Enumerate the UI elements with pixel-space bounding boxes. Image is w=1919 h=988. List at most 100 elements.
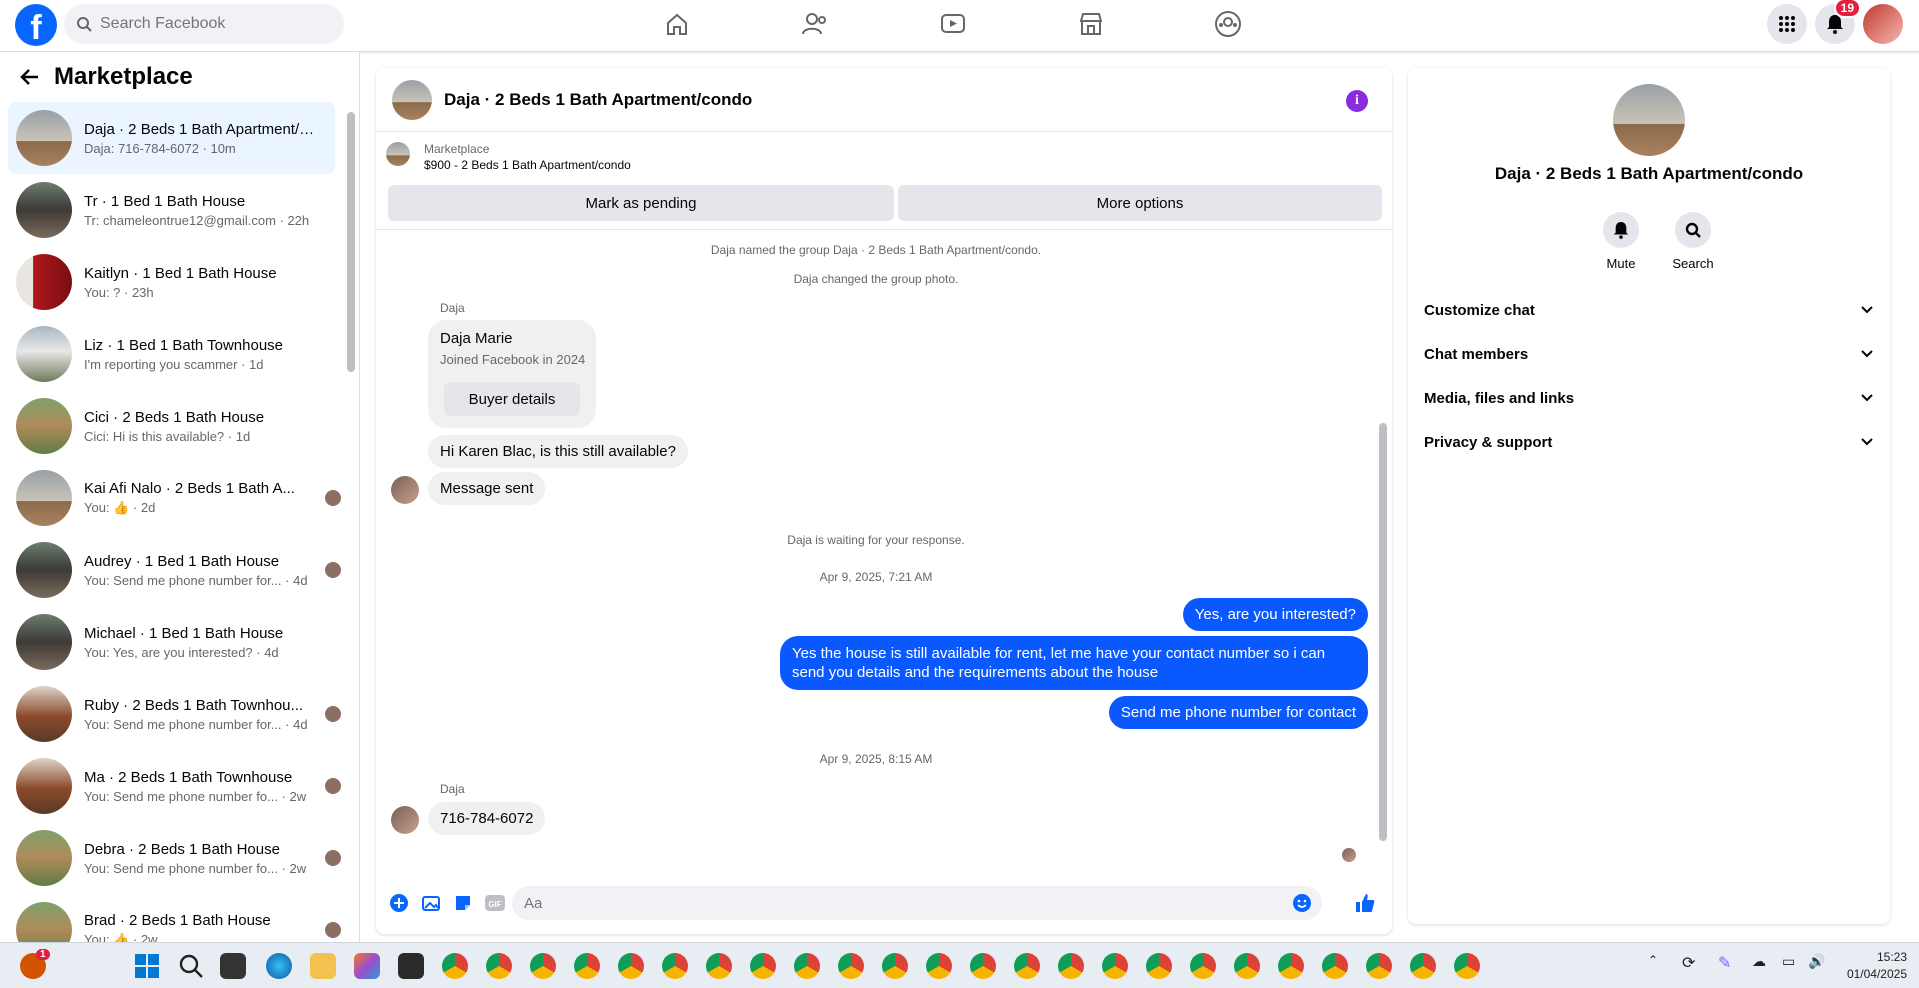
incoming-message[interactable]: 716-784-6072 <box>428 802 546 835</box>
conversation-item[interactable]: Liz · 1 Bed 1 Bath Townhouse I'm reportin… <box>8 318 335 390</box>
system-clock[interactable]: 15:23 01/04/2025 <box>1847 949 1907 983</box>
nav-friends-icon[interactable] <box>785 0 845 48</box>
sender-avatar[interactable] <box>391 806 419 834</box>
chrome-window-icon[interactable] <box>442 953 468 979</box>
chrome-window-icon[interactable] <box>794 953 820 979</box>
chrome-window-icon[interactable] <box>1146 953 1172 979</box>
mark-as-pending-button[interactable]: Mark as pending <box>388 185 894 221</box>
conversation-item[interactable]: Audrey · 1 Bed 1 Bath House You: Send me … <box>8 534 341 606</box>
thumbs-up-icon[interactable] <box>1352 890 1378 916</box>
sidebar-scrollbar[interactable] <box>347 102 355 932</box>
menu-grid-icon[interactable] <box>1767 4 1807 44</box>
volume-icon[interactable]: 🔊 <box>1808 953 1825 970</box>
incoming-message[interactable]: Hi Karen Blac, is this still available? <box>428 435 688 468</box>
listing-title[interactable]: $900 - 2 Beds 1 Bath Apartment/condo <box>424 158 631 172</box>
task-view-icon[interactable] <box>220 953 246 979</box>
conversation-item[interactable]: Ruby · 2 Beds 1 Bath Townhou... You: Send… <box>8 678 341 750</box>
chrome-window-icon[interactable] <box>574 953 600 979</box>
sticker-icon[interactable] <box>450 890 476 916</box>
chat-scrollbar[interactable] <box>1378 233 1388 863</box>
pen-icon[interactable]: ✎ <box>1718 953 1731 973</box>
gif-icon[interactable]: GIF <box>482 890 508 916</box>
chrome-window-icon[interactable] <box>926 953 952 979</box>
search-input[interactable] <box>100 15 320 33</box>
chrome-window-icon[interactable] <box>970 953 996 979</box>
back-arrow-icon[interactable] <box>20 67 40 87</box>
media-files-links-section[interactable]: Media, files and links <box>1424 378 1874 418</box>
chrome-window-icon[interactable] <box>750 953 776 979</box>
incoming-message[interactable]: Message sent <box>428 472 546 505</box>
chrome-window-icon[interactable] <box>1058 953 1084 979</box>
outgoing-message[interactable]: Yes, are you interested? <box>1182 598 1368 631</box>
chrome-window-icon[interactable] <box>1014 953 1040 979</box>
nav-groups-icon[interactable] <box>1198 0 1258 48</box>
search-box[interactable] <box>64 4 344 44</box>
conversation-item[interactable]: Tr · 1 Bed 1 Bath House Tr: chameleontrue… <box>8 174 335 246</box>
emoji-icon[interactable] <box>1292 893 1312 913</box>
sender-avatar[interactable] <box>391 476 419 504</box>
facebook-logo-icon[interactable]: f <box>15 4 57 46</box>
chrome-window-icon[interactable] <box>882 953 908 979</box>
info-icon[interactable]: i <box>1346 90 1368 112</box>
edge-browser-icon[interactable] <box>266 953 292 979</box>
chrome-window-icon[interactable] <box>1278 953 1304 979</box>
chrome-window-icon[interactable] <box>530 953 556 979</box>
chrome-window-icon[interactable] <box>1322 953 1348 979</box>
network-icon[interactable]: ▭ <box>1782 953 1795 970</box>
search-conversation-button[interactable]: Search <box>1663 212 1723 271</box>
conversation-item[interactable]: Kai Afi Nalo · 2 Beds 1 Bath A... You: 👍 … <box>8 462 341 534</box>
app-icon[interactable] <box>398 953 424 979</box>
chrome-window-icon[interactable] <box>662 953 688 979</box>
conversation-item[interactable]: Ma · 2 Beds 1 Bath Townhouse You: Send me… <box>8 750 341 822</box>
buyer-details-button[interactable]: Buyer details <box>444 382 580 416</box>
more-options-button[interactable]: More options <box>898 185 1382 221</box>
customize-chat-section[interactable]: Customize chat <box>1424 290 1874 330</box>
group-photo[interactable] <box>1613 84 1685 156</box>
outgoing-message[interactable]: Send me phone number for contact <box>1108 696 1368 729</box>
conversation-item[interactable]: Debra · 2 Beds 1 Bath House You: Send me … <box>8 822 341 894</box>
chrome-window-icon[interactable] <box>1366 953 1392 979</box>
conversation-title: Liz · 1 Bed 1 Bath Townhouse <box>84 336 284 354</box>
marketplace-listing-bar: Marketplace $900 - 2 Beds 1 Bath Apartme… <box>376 132 1392 230</box>
conversation-item[interactable]: Kaitlyn · 1 Bed 1 Bath House You: ? · 23h <box>8 246 335 318</box>
conversation-item[interactable]: Brad · 2 Beds 1 Bath House You: 👍 · 2w <box>8 894 341 942</box>
chrome-window-icon[interactable] <box>1454 953 1480 979</box>
taskbar-search-icon[interactable] <box>178 953 204 979</box>
conversation-item[interactable]: Daja · 2 Beds 1 Bath Apartment/condo Daja… <box>8 102 335 174</box>
message-input[interactable] <box>524 894 1264 912</box>
privacy-support-section[interactable]: Privacy & support <box>1424 422 1874 462</box>
tray-expand-icon[interactable]: ⌃ <box>1648 953 1658 967</box>
windows-start-icon[interactable] <box>134 953 160 979</box>
notifications-badge: 19 <box>1833 0 1861 18</box>
file-explorer-icon[interactable] <box>310 953 336 979</box>
chrome-window-icon[interactable] <box>1102 953 1128 979</box>
message-input-box[interactable] <box>512 886 1322 920</box>
sync-icon[interactable]: ⟳ <box>1682 953 1695 973</box>
conversation-item[interactable]: Michael · 1 Bed 1 Bath House You: Yes, ar… <box>8 606 335 678</box>
outgoing-message[interactable]: Yes the house is still available for ren… <box>780 636 1368 690</box>
listing-thumbnail[interactable] <box>386 142 410 166</box>
chat-title[interactable]: Daja · 2 Beds 1 Bath Apartment/condo <box>444 90 752 110</box>
notifications-bell-icon[interactable]: 19 <box>1815 0 1861 44</box>
chrome-window-icon[interactable] <box>618 953 644 979</box>
chrome-window-icon[interactable] <box>838 953 864 979</box>
mute-button[interactable]: Mute <box>1591 212 1651 271</box>
chrome-window-icon[interactable] <box>1410 953 1436 979</box>
account-avatar[interactable] <box>1863 4 1903 44</box>
nav-marketplace-icon[interactable] <box>1061 0 1121 48</box>
copilot-icon[interactable] <box>354 953 380 979</box>
nav-home-icon[interactable] <box>647 0 707 48</box>
chrome-window-icon[interactable] <box>1234 953 1260 979</box>
chrome-window-icon[interactable] <box>1190 953 1216 979</box>
photo-icon[interactable] <box>418 890 444 916</box>
chrome-window-icon[interactable] <box>706 953 732 979</box>
chat-members-section[interactable]: Chat members <box>1424 334 1874 374</box>
conversation-item[interactable]: Cici · 2 Beds 1 Bath House Cici: Hi is th… <box>8 390 335 462</box>
plus-icon[interactable] <box>386 890 412 916</box>
cloud-icon[interactable]: ☁ <box>1752 953 1766 970</box>
chrome-window-icon[interactable] <box>486 953 512 979</box>
chat-avatar[interactable] <box>392 79 432 120</box>
nav-video-icon[interactable] <box>923 0 983 48</box>
sender-name: Daja <box>440 301 465 315</box>
sender-name: Daja <box>440 782 465 796</box>
